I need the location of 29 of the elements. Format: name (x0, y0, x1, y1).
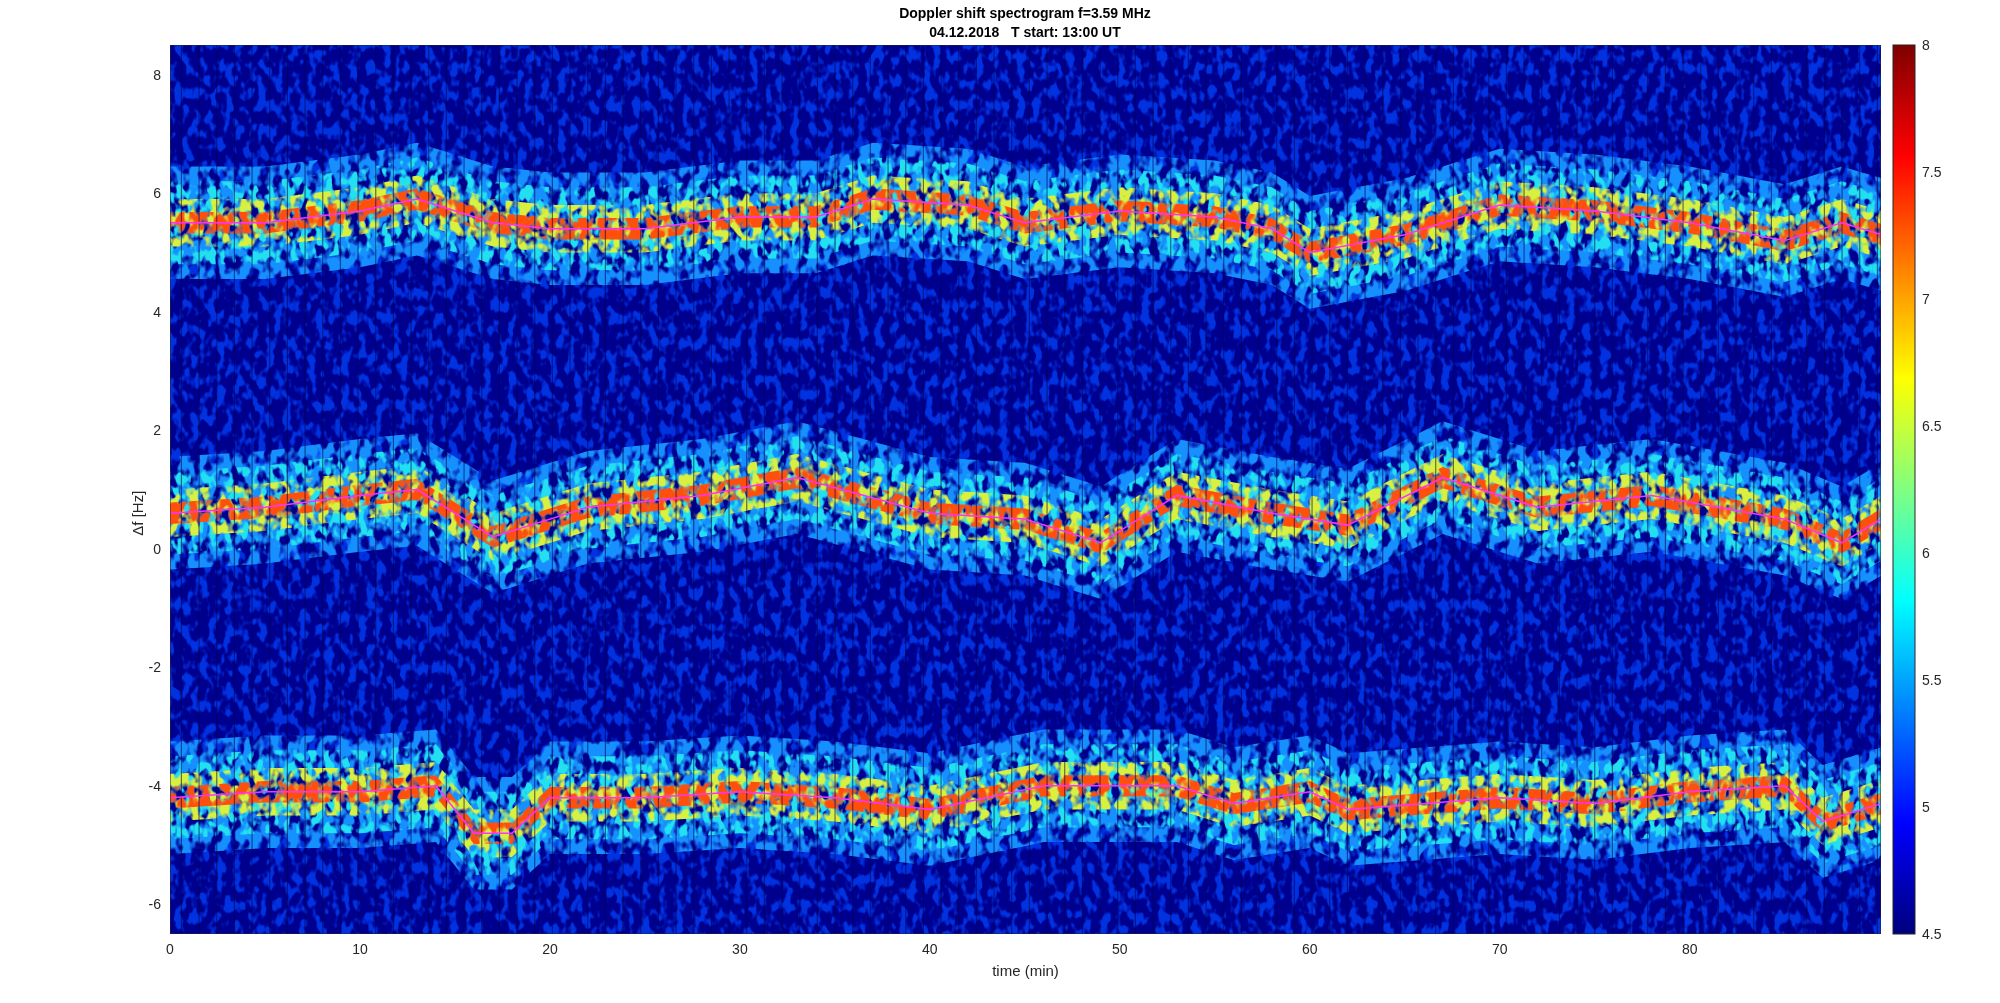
x-tick-label: 50 (1112, 941, 1128, 957)
x-tick-label: 0 (166, 941, 174, 957)
colorbar-tick-label: 4.5 (1922, 926, 1942, 942)
x-tick-label: 60 (1302, 941, 1318, 957)
x-tick-label: 30 (732, 941, 748, 957)
y-tick-label: -6 (148, 896, 161, 913)
y-tick-label: 4 (153, 303, 161, 320)
x-tick-label: 40 (922, 941, 938, 957)
colorbar-tick-label: 5 (1922, 799, 1930, 815)
y-tick-label: -2 (148, 659, 161, 676)
colorbar-tick-label: 6.5 (1922, 418, 1942, 434)
y-tick-label: -4 (148, 777, 161, 794)
y-tick-label: 0 (153, 540, 161, 557)
chart-title: 04.12.2018 T start: 13:00 UT (929, 24, 1121, 40)
x-axis-label: time (min) (992, 962, 1059, 979)
x-tick-label: 70 (1491, 941, 1508, 957)
x-tick-label: 20 (542, 941, 558, 957)
colorbar-tick-label: 5.5 (1922, 672, 1942, 688)
colorbar-tick-label: 8 (1922, 37, 1930, 53)
x-tick-label: 80 (1681, 941, 1698, 957)
y-tick-label: 6 (153, 185, 161, 202)
colorbar-tick-label: 7.5 (1922, 164, 1942, 180)
colorbar-tick-label: 6 (1922, 545, 1930, 561)
y-tick-label: 2 (153, 422, 161, 439)
chart-title: Doppler shift spectrogram f=3.59 MHz (899, 5, 1151, 21)
y-axis-label: Δf [Hz] (129, 490, 146, 536)
x-tick-label: 10 (352, 941, 368, 957)
y-tick-label: 8 (153, 66, 161, 83)
colorbar-tick-label: 7 (1922, 291, 1930, 307)
